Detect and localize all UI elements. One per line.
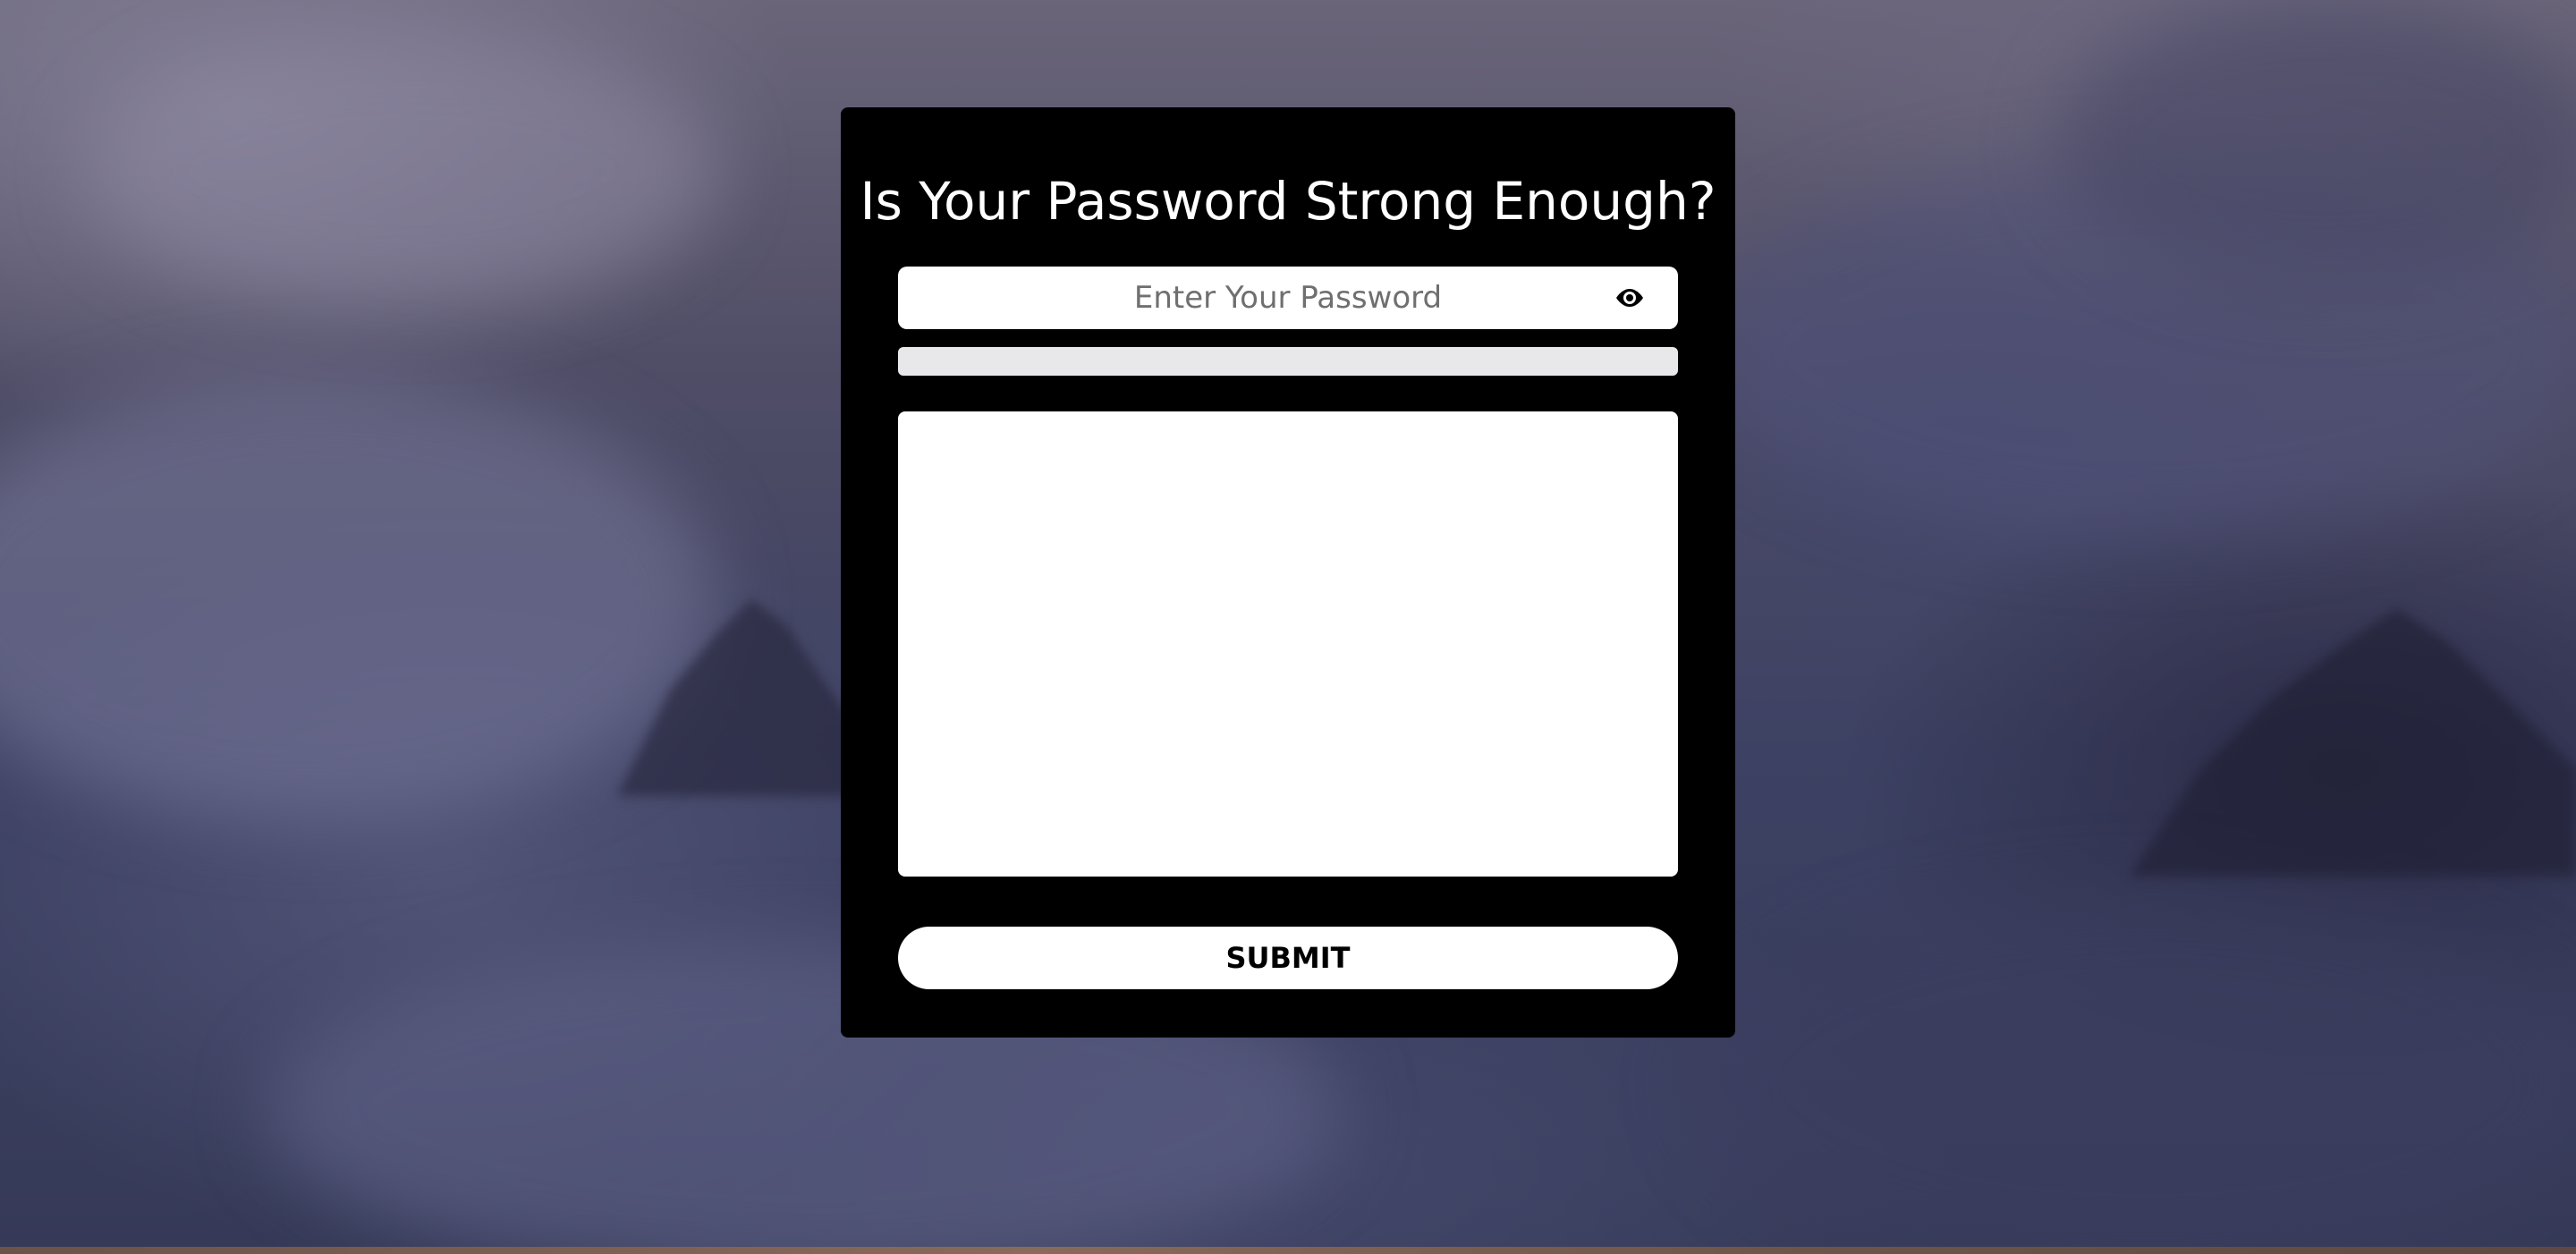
submit-button[interactable]: SUBMIT xyxy=(898,927,1678,989)
strength-meter xyxy=(898,347,1678,376)
password-checker-card: Is Your Password Strong Enough? SUBMIT xyxy=(841,107,1735,1038)
feedback-box[interactable] xyxy=(898,411,1678,877)
eye-icon[interactable] xyxy=(1614,286,1645,309)
cloud-shape xyxy=(89,36,716,304)
mountain-peak xyxy=(2129,608,2576,877)
cloud-shape xyxy=(0,376,716,823)
password-input[interactable] xyxy=(898,267,1678,329)
page-bottom-edge xyxy=(0,1247,2576,1254)
password-field xyxy=(898,267,1678,329)
page-title: Is Your Password Strong Enough? xyxy=(860,171,1716,232)
cloud-shape xyxy=(1699,894,2576,1254)
mountain-peak xyxy=(617,599,868,796)
cloud-shape xyxy=(2057,0,2576,286)
